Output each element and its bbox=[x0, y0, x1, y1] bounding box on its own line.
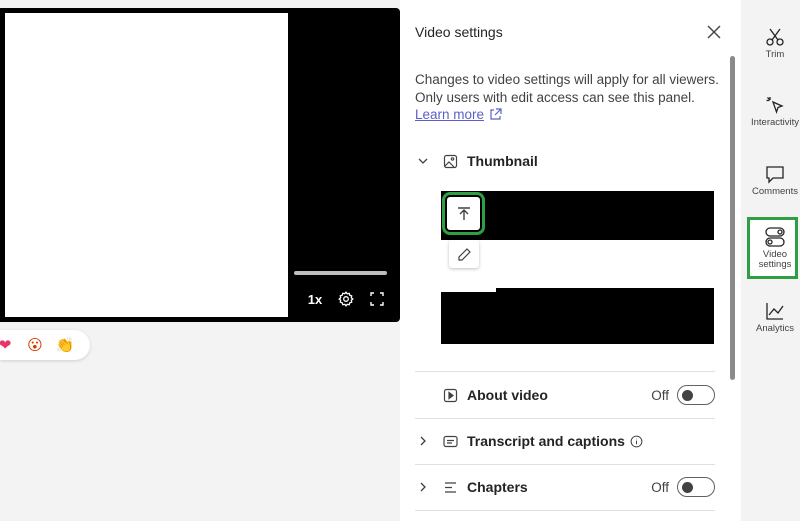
toggles-settings-icon bbox=[765, 227, 785, 247]
edit-thumbnail-button[interactable] bbox=[449, 240, 479, 268]
section-thumbnail[interactable]: Thumbnail bbox=[415, 143, 715, 179]
close-icon bbox=[707, 25, 721, 39]
section-chapters[interactable]: Chapters Off bbox=[415, 469, 715, 505]
fullscreen-icon bbox=[370, 292, 384, 306]
chevron-down-icon bbox=[415, 153, 431, 169]
panel-description: Changes to video settings will apply for… bbox=[415, 72, 719, 105]
reaction-bar: ❤ 😮 👏 bbox=[0, 330, 90, 360]
rail-item-interactivity[interactable]: Interactivity bbox=[750, 94, 800, 128]
close-button[interactable] bbox=[704, 22, 724, 42]
gear-icon bbox=[338, 291, 354, 307]
rail-label-trim: Trim bbox=[765, 49, 785, 60]
thumbnail-image-band bbox=[441, 240, 721, 288]
about-video-toggle-group: Off bbox=[651, 385, 715, 405]
playback-speed-button[interactable]: 1x bbox=[305, 290, 325, 308]
surprised-reaction-icon[interactable]: 😮 bbox=[26, 336, 44, 354]
panel-scrollbar[interactable] bbox=[730, 56, 735, 380]
divider bbox=[415, 510, 715, 511]
external-link-icon bbox=[490, 108, 502, 120]
chevron-right-icon bbox=[415, 433, 431, 449]
about-video-status: Off bbox=[651, 387, 669, 403]
section-label-chapters: Chapters bbox=[467, 479, 528, 495]
analytics-chart-icon bbox=[766, 303, 784, 320]
panel-title: Video settings bbox=[415, 24, 503, 40]
rail-label-comments: Comments bbox=[752, 186, 798, 197]
progress-bar[interactable] bbox=[294, 271, 387, 275]
section-label-transcript: Transcript and captions bbox=[467, 433, 625, 449]
chevron-right-icon bbox=[415, 479, 431, 495]
upload-icon bbox=[457, 206, 470, 220]
video-frame bbox=[0, 8, 293, 322]
chapters-status: Off bbox=[651, 479, 669, 495]
about-video-toggle[interactable] bbox=[677, 385, 715, 405]
image-icon bbox=[442, 153, 458, 169]
toggle-knob bbox=[682, 482, 693, 493]
toggle-knob bbox=[682, 390, 693, 401]
heart-reaction-icon[interactable]: ❤ bbox=[0, 336, 14, 354]
rail-item-video-settings[interactable]: Video settings bbox=[750, 226, 800, 270]
info-icon[interactable] bbox=[630, 434, 644, 448]
divider bbox=[415, 464, 715, 465]
cursor-click-icon bbox=[766, 97, 784, 115]
section-transcript[interactable]: Transcript and captions bbox=[415, 423, 715, 459]
learn-more-link[interactable]: Learn more bbox=[415, 107, 502, 122]
section-label-about-video: About video bbox=[467, 387, 548, 403]
play-box-icon bbox=[442, 387, 458, 403]
rail-label-interactivity: Interactivity bbox=[750, 117, 800, 128]
chapters-toggle-group: Off bbox=[651, 477, 715, 497]
pencil-icon bbox=[457, 247, 471, 261]
divider bbox=[415, 371, 715, 372]
thumbnail-image-band-2 bbox=[441, 288, 496, 292]
learn-more-label: Learn more bbox=[415, 107, 485, 122]
section-about-video[interactable]: About video Off bbox=[415, 377, 715, 413]
comment-icon bbox=[766, 166, 784, 184]
thumbnail-preview bbox=[441, 191, 721, 344]
captions-icon bbox=[442, 433, 458, 449]
upload-thumbnail-button[interactable] bbox=[442, 192, 485, 235]
clap-reaction-icon[interactable]: 👏 bbox=[56, 336, 75, 354]
rail-item-comments[interactable]: Comments bbox=[750, 163, 800, 197]
rail-item-trim[interactable]: Trim bbox=[750, 26, 800, 60]
fullscreen-button[interactable] bbox=[367, 290, 387, 308]
chapters-toggle[interactable] bbox=[677, 477, 715, 497]
rail-item-analytics[interactable]: Analytics bbox=[750, 300, 800, 334]
scissors-icon bbox=[766, 28, 784, 46]
player-settings-button[interactable] bbox=[336, 290, 356, 308]
list-icon bbox=[442, 479, 458, 495]
app-root: 1x ❤ 😮 👏 Video settings Changes to video… bbox=[0, 0, 800, 521]
section-label-thumbnail: Thumbnail bbox=[467, 153, 538, 169]
rail-label-video-settings: Video settings bbox=[758, 249, 792, 270]
divider bbox=[415, 418, 715, 419]
rail-label-analytics: Analytics bbox=[755, 323, 794, 334]
